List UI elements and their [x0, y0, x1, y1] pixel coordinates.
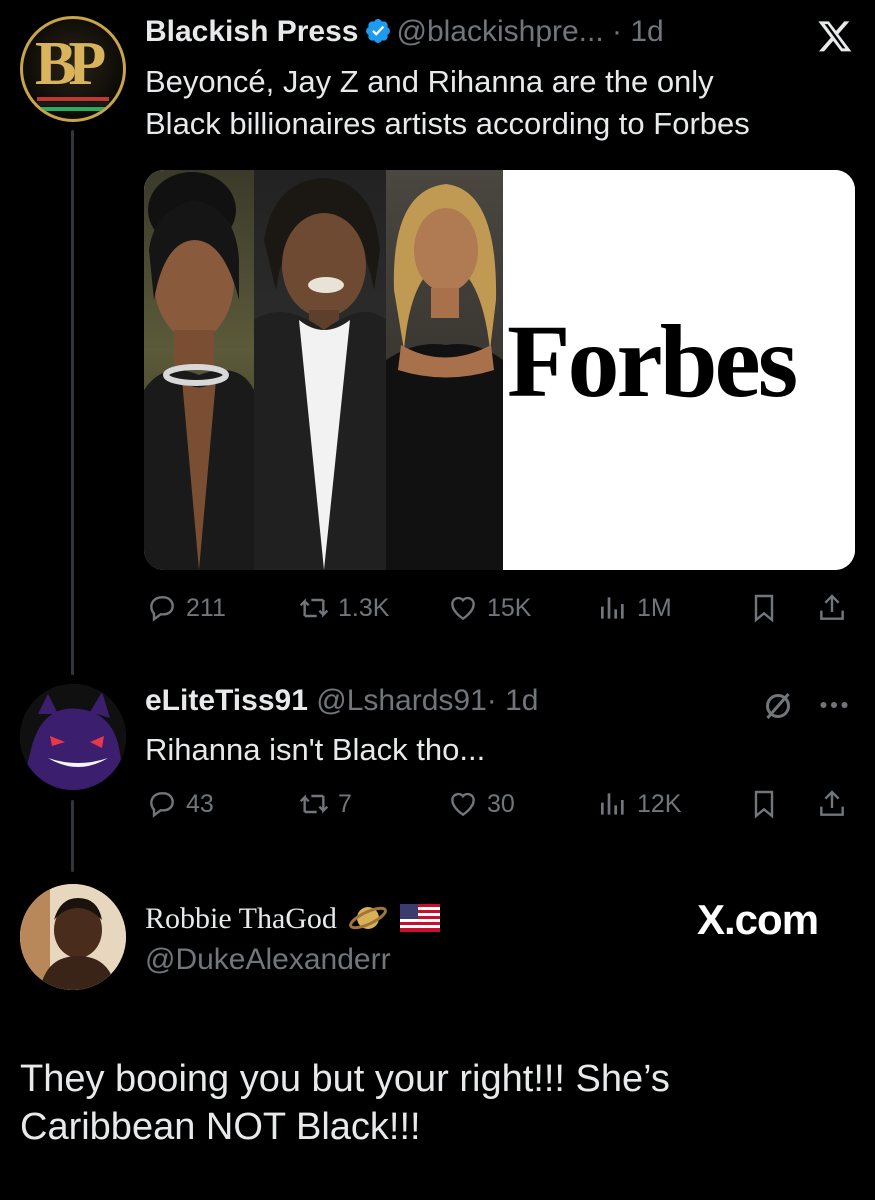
tweet1-text-line: Beyoncé, Jay Z and Rihanna are the only [145, 64, 714, 99]
reply-icon [150, 792, 174, 818]
like-button[interactable]: 15K [447, 592, 531, 624]
bookmark-icon [754, 790, 774, 819]
reply-count: 211 [186, 593, 226, 622]
reply-button[interactable]: 211 [146, 592, 226, 624]
x-logo-icon[interactable] [815, 18, 855, 54]
jay-z-photo [254, 170, 386, 570]
like-count: 30 [487, 789, 515, 818]
more-icon[interactable] [816, 690, 852, 720]
robbie-avatar[interactable] [20, 884, 126, 990]
tweet1-text-line: Black billionaires artists according to … [145, 106, 750, 141]
bookmark-icon [754, 594, 774, 623]
author-handle[interactable]: @DukeAlexanderr [145, 943, 391, 976]
like-button[interactable]: 30 [447, 788, 515, 820]
share-icon [820, 790, 844, 816]
views-button[interactable]: 12K [597, 788, 681, 820]
author-handle[interactable]: @Lshards91 [316, 684, 487, 717]
bookmark-button[interactable] [748, 788, 788, 820]
author-handle[interactable]: @blackishpre... [396, 15, 603, 48]
tweet2-text: Rihanna isn't Black tho... [145, 732, 486, 767]
reply-count: 43 [186, 789, 214, 818]
retweet-button[interactable]: 7 [298, 788, 352, 820]
tweet3-handle-row: @DukeAlexanderr [145, 943, 391, 977]
author-name[interactable]: eLiteTiss91 [145, 684, 308, 717]
views-count: 1M [637, 593, 672, 622]
retweet-count: 7 [338, 789, 352, 818]
share-button[interactable] [816, 592, 856, 624]
retweet-icon [299, 598, 329, 618]
tweet1-media[interactable]: Forbes [144, 170, 855, 570]
forbes-logo-text: Forbes [507, 304, 798, 419]
tweet2-header: eLiteTiss91 @Lshards91· 1d [145, 684, 539, 718]
saturn-emoji-icon [349, 906, 388, 930]
like-icon [451, 792, 475, 817]
share-button[interactable] [816, 788, 856, 820]
timestamp[interactable]: · 1d [487, 684, 539, 717]
blackish-press-avatar[interactable]: BP [20, 16, 126, 122]
grok-slash-icon[interactable] [760, 688, 796, 724]
timestamp[interactable]: · 1d [612, 15, 664, 48]
rihanna-photo [144, 170, 254, 570]
tweet3-text: They booing you but your right!!! She’s … [20, 1058, 670, 1148]
avatar-logo-letters: BP [35, 30, 106, 98]
views-icon [601, 793, 624, 815]
avatar-stripe [37, 102, 109, 106]
avatar-stripe [37, 97, 109, 101]
tweet1-text: Beyoncé, Jay Z and Rihanna are the only … [145, 61, 750, 145]
retweet-count: 1.3K [338, 593, 390, 622]
views-icon [601, 597, 624, 619]
like-icon [451, 596, 475, 621]
author-name[interactable]: Blackish Press [145, 15, 358, 48]
bookmark-button[interactable] [748, 592, 788, 624]
views-count: 12K [637, 789, 682, 818]
tweet3-name-row: Robbie ThaGod [145, 898, 440, 938]
views-button[interactable]: 1M [597, 592, 672, 624]
like-count: 15K [487, 593, 532, 622]
tweet1-header: Blackish Press @blackishpre... · 1d [145, 15, 664, 49]
share-icon [820, 594, 844, 620]
retweet-button[interactable]: 1.3K [298, 592, 389, 624]
author-name[interactable]: Robbie ThaGod [145, 902, 337, 935]
us-flag-emoji-icon [399, 904, 440, 932]
reply-icon [150, 596, 174, 622]
beyonce-photo [386, 170, 503, 570]
x-com-brand: X.com [697, 896, 819, 943]
avatar-stripe [37, 107, 109, 111]
elitetiss-avatar[interactable] [20, 684, 126, 790]
retweet-icon [299, 794, 329, 814]
reply-button[interactable]: 43 [146, 788, 214, 820]
tweet1-actions: 211 1.3K 15K 1M [0, 590, 875, 630]
tweet2-actions: 43 7 30 12K [0, 786, 875, 826]
forbes-logo-panel: Forbes [503, 170, 855, 570]
verified-badge-icon [366, 19, 391, 43]
